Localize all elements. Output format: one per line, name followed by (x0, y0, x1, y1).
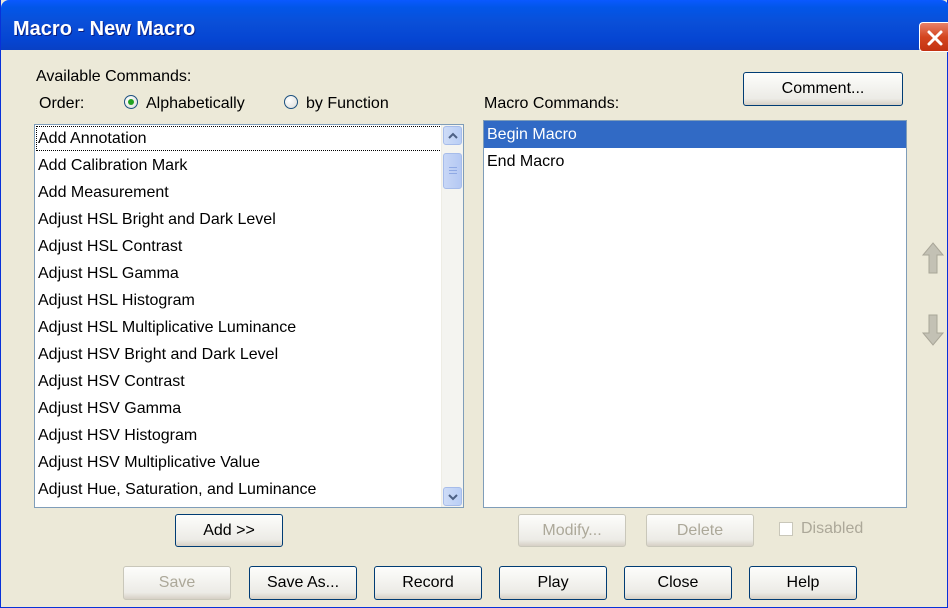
available-list-scrollbar[interactable] (441, 125, 463, 507)
disabled-checkbox[interactable] (779, 522, 793, 536)
close-icon (927, 30, 943, 46)
available-command-item[interactable]: Add Measurement (35, 179, 463, 206)
available-items-container: Add Annotation Add Calibration Mark Add Me… (35, 125, 463, 503)
close-window-button[interactable] (919, 22, 948, 52)
available-commands-list[interactable]: Add Annotation Add Calibration Mark Add Me… (34, 124, 464, 508)
macro-command-item[interactable]: Begin Macro (484, 121, 906, 148)
available-command-item[interactable]: Adjust HSV Multiplicative Value (35, 449, 463, 476)
order-label: Order: (39, 95, 85, 112)
macro-commands-heading: Macro Commands: (484, 95, 620, 112)
save-as-button[interactable]: Save As... (249, 566, 357, 600)
available-command-item[interactable]: Add Annotation (35, 125, 463, 152)
scroll-up-icon (448, 132, 458, 139)
modify-button[interactable]: Modify... (518, 514, 626, 547)
available-command-item[interactable]: Adjust HSL Multiplicative Luminance (35, 314, 463, 341)
available-command-item[interactable]: Add Calibration Mark (35, 152, 463, 179)
move-up-arrow-icon (921, 242, 945, 274)
available-command-item[interactable]: Adjust HSV Bright and Dark Level (35, 341, 463, 368)
scroll-thumb-grip (449, 173, 457, 174)
close-button[interactable]: Close (624, 566, 732, 600)
disabled-checkbox-label: Disabled (801, 520, 864, 537)
macro-command-item[interactable]: End Macro (484, 148, 906, 175)
order-alphabetically-radio[interactable] (124, 95, 138, 109)
scroll-down-button[interactable] (443, 487, 462, 506)
comment-button[interactable]: Comment... (743, 72, 903, 106)
record-button[interactable]: Record (374, 566, 482, 600)
scroll-thumb[interactable] (443, 153, 462, 189)
available-command-item[interactable]: Adjust HSL Contrast (35, 233, 463, 260)
scroll-thumb-grip (449, 170, 457, 171)
move-down-arrow-icon (921, 314, 945, 346)
window-title: Macro - New Macro (13, 18, 196, 40)
delete-button[interactable]: Delete (646, 514, 754, 547)
order-by-function-label[interactable]: by Function (306, 95, 389, 113)
scroll-up-button[interactable] (443, 126, 462, 145)
available-command-item[interactable]: Adjust HSL Histogram (35, 287, 463, 314)
move-down-button[interactable] (921, 312, 945, 348)
order-alphabetically-label[interactable]: Alphabetically (146, 95, 245, 113)
save-button[interactable]: Save (123, 566, 231, 600)
add-button[interactable]: Add >> (175, 514, 283, 547)
macro-items-container: Begin Macro End Macro (484, 121, 906, 175)
move-up-button[interactable] (921, 240, 945, 276)
available-command-item[interactable]: Adjust HSL Gamma (35, 260, 463, 287)
available-command-item[interactable]: Adjust Hue, Saturation, and Luminance (35, 476, 463, 503)
macro-dialog: Macro - New Macro Available Commands: Or… (0, 0, 948, 608)
available-command-item[interactable]: Adjust HSL Bright and Dark Level (35, 206, 463, 233)
available-command-item[interactable]: Adjust HSV Gamma (35, 395, 463, 422)
scroll-thumb-grip (449, 167, 457, 168)
available-command-item[interactable]: Adjust HSV Histogram (35, 422, 463, 449)
order-by-function-radio[interactable] (284, 95, 298, 109)
scroll-down-icon (448, 494, 458, 501)
available-command-item[interactable]: Adjust HSV Contrast (35, 368, 463, 395)
play-button[interactable]: Play (499, 566, 607, 600)
help-button[interactable]: Help (749, 566, 857, 600)
macro-commands-list[interactable]: Begin Macro End Macro (483, 120, 907, 508)
title-bar[interactable]: Macro - New Macro (1, 0, 948, 52)
available-commands-heading: Available Commands: (36, 68, 192, 85)
